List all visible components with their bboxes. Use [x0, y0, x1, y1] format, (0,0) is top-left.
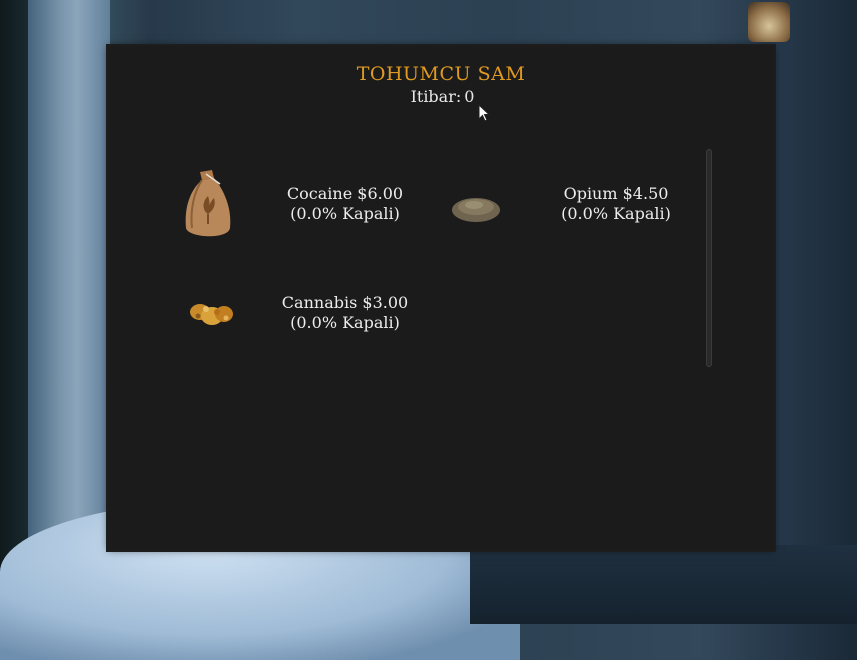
- background-ground: [470, 545, 857, 624]
- item-label: Opium $4.50 (0.0% Kapali): [546, 184, 686, 224]
- item-bonus: (0.0% Kapali): [290, 313, 400, 332]
- item-name-price: Cocaine $6.00: [286, 184, 404, 203]
- reputation-label: Itibar:: [410, 87, 462, 106]
- reputation-value: 0: [464, 87, 475, 106]
- item-name-price: Cannabis $3.00: [281, 293, 409, 312]
- item-label: Cannabis $3.00 (0.0% Kapali): [270, 293, 420, 333]
- lantern-icon: [748, 2, 790, 42]
- mouse-cursor-icon: [478, 104, 491, 122]
- cannabis-bud-icon: [190, 304, 233, 325]
- reputation-line: Itibar: 0: [108, 87, 774, 106]
- seed-pile-icon: [452, 198, 500, 222]
- shop-item-cannabis[interactable]: Cannabis $3.00 (0.0% Kapali): [178, 278, 418, 348]
- scrollbar[interactable]: [706, 149, 712, 367]
- shop-item-opium[interactable]: Opium $4.50 (0.0% Kapali): [446, 166, 686, 244]
- item-bonus: (0.0% Kapali): [290, 204, 400, 223]
- item-name-price: Opium $4.50: [563, 184, 669, 203]
- item-bonus: (0.0% Kapali): [561, 204, 671, 223]
- shop-item-cocaine[interactable]: Cocaine $6.00 (0.0% Kapali): [178, 166, 418, 244]
- shop-title: TOHUMCU SAM: [356, 63, 526, 85]
- item-label: Cocaine $6.00 (0.0% Kapali): [275, 184, 415, 224]
- seed-bag-icon: [185, 170, 231, 237]
- shop-panel: TOHUMCU SAM Itibar: 0 Cocaine $6.00 (0.0%…: [108, 46, 774, 550]
